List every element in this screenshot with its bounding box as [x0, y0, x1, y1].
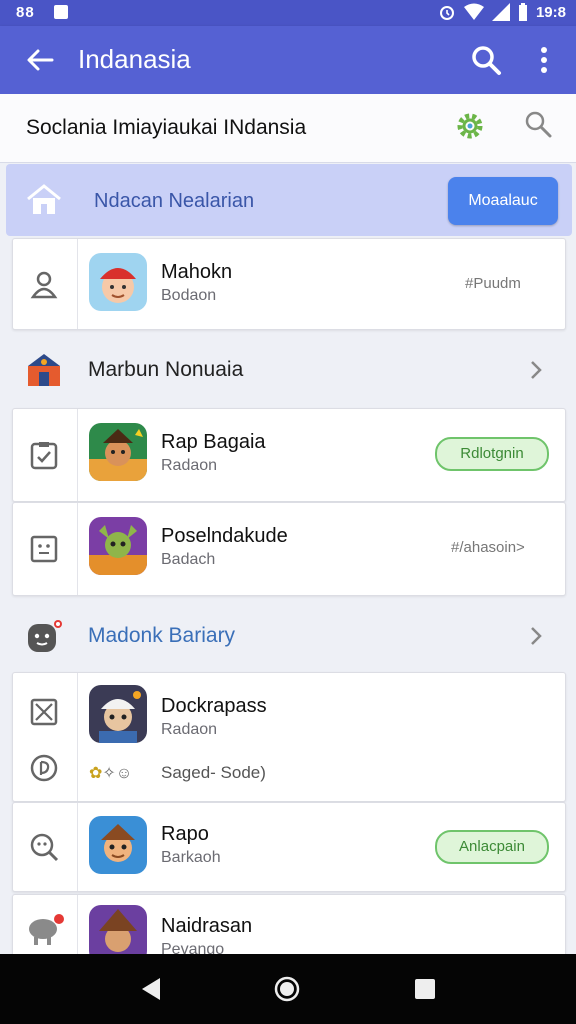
- warrior-game-app-icon: [89, 423, 147, 481]
- battery-icon: [518, 3, 527, 21]
- explorer-game-app-icon: [89, 685, 147, 743]
- clock: 19:8: [535, 3, 566, 21]
- sheep-icon: [29, 914, 64, 945]
- banner-button[interactable]: Moaalauc: [448, 177, 558, 225]
- item-name: Mahokn: [161, 261, 233, 283]
- more-vert-icon[interactable]: [532, 44, 556, 76]
- app-bar: Indanasia: [0, 26, 576, 94]
- item-subtitle: Barkaoh: [161, 849, 221, 866]
- wifi-icon: [463, 3, 484, 20]
- badge-icons: ✿✧☺: [89, 763, 132, 783]
- status-bar: 88 19:8: [0, 0, 576, 26]
- home-circle-icon[interactable]: [274, 976, 300, 1002]
- chevron-right-icon[interactable]: [526, 358, 546, 382]
- list-item[interactable]: Rap Bagaia Radaon Rdlotgnin: [12, 408, 566, 502]
- list-item[interactable]: Rapo Barkaoh Anlacpain: [12, 802, 566, 892]
- section-title: Marbun Nonuaia: [88, 358, 244, 381]
- item-left-column: [13, 409, 78, 501]
- store-icon: [28, 354, 60, 386]
- item-meta: #/ahasoin>: [451, 539, 525, 556]
- item-left-column: [13, 503, 78, 595]
- back-triangle-icon[interactable]: [138, 976, 164, 1002]
- coin-icon: [30, 754, 58, 782]
- promo-banner: Ndacan Nealarian Moaalauc: [6, 164, 572, 236]
- item-name: Naidrasan: [161, 915, 253, 937]
- sub-header: Soclania Imiayiaukai INdansia: [0, 94, 576, 163]
- action-pill-button[interactable]: Rdlotgnin: [435, 437, 549, 471]
- recents-square-icon[interactable]: [412, 976, 438, 1002]
- section-header[interactable]: Marbun Nonuaia: [12, 334, 564, 404]
- back-arrow-icon[interactable]: [24, 44, 56, 76]
- close-box-icon: [30, 698, 58, 726]
- item-left-column: [13, 673, 78, 801]
- item-extra: Saged- Sode): [161, 763, 266, 782]
- list-item[interactable]: Poselndakude Badach #/ahasoin>: [12, 502, 566, 596]
- item-subtitle: Badach: [161, 551, 216, 568]
- status-left-text: 88: [16, 4, 35, 21]
- banner-text: Ndacan Nealarian: [94, 190, 255, 212]
- notification-icon: [54, 5, 68, 19]
- signal-icon: [491, 3, 510, 21]
- system-nav-bar: [0, 954, 576, 1024]
- sub-header-title: Soclania Imiayiaukai INdansia: [26, 116, 307, 139]
- adventurer-game-app-icon: [89, 816, 147, 874]
- person-icon: [30, 271, 58, 299]
- home-icon: [27, 184, 61, 214]
- page-title: Indanasia: [78, 44, 191, 74]
- item-subtitle: Radaon: [161, 457, 218, 474]
- face-box-icon: [30, 535, 58, 563]
- item-meta: #Puudm: [465, 275, 521, 292]
- item-left-column: [13, 803, 78, 891]
- bot-face-icon: [28, 620, 62, 652]
- item-name: Dockrapass: [161, 695, 267, 717]
- bird-icon: ✧: [102, 765, 116, 782]
- item-left-column: [13, 239, 78, 329]
- section-header[interactable]: Madonk Bariary: [12, 600, 564, 670]
- list-item[interactable]: Dockrapass Radaon ✿✧☺ Saged- Sode): [12, 672, 566, 802]
- search-face-icon: [30, 833, 59, 862]
- item-subtitle: Bodaon: [161, 287, 217, 304]
- list-item[interactable]: Mahokn Bodaon #Puudm: [12, 238, 566, 330]
- item-subtitle: Radaon: [161, 721, 218, 738]
- item-name: Poselndakude: [161, 525, 288, 547]
- section-title: Madonk Bariary: [88, 624, 236, 647]
- action-pill-button[interactable]: Anlacpain: [435, 830, 549, 864]
- clipboard-check-icon: [30, 442, 58, 470]
- gear-icon[interactable]: [454, 110, 486, 142]
- bee-icon: ✿: [89, 765, 103, 782]
- chevron-right-icon[interactable]: [526, 624, 546, 648]
- item-name: Rap Bagaia: [161, 431, 266, 453]
- goblin-game-app-icon: [89, 517, 147, 575]
- boy-red-cap-app-icon: [89, 253, 147, 311]
- smile-icon: ☺: [115, 765, 133, 782]
- item-name: Rapo: [161, 823, 209, 845]
- search-icon[interactable]: [470, 44, 502, 76]
- search-icon[interactable]: [524, 110, 552, 138]
- alarm-icon: [439, 6, 454, 20]
